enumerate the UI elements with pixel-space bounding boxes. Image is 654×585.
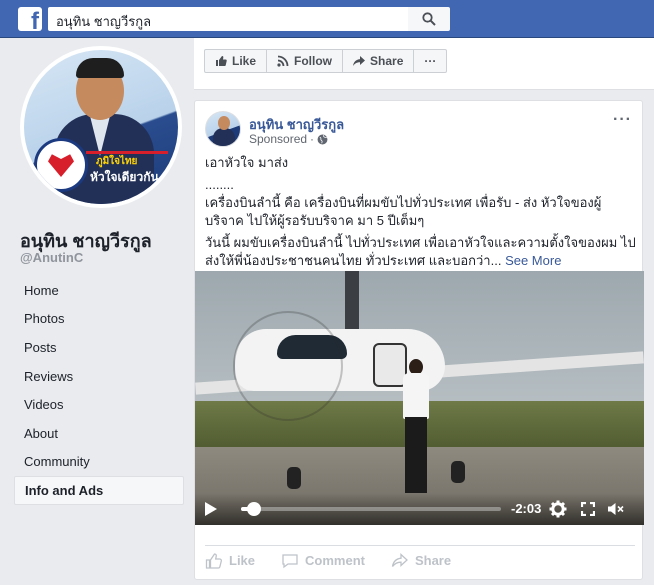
settings-gear-icon[interactable] — [549, 500, 567, 518]
sponsored-post: อนุทิน ชาญวีรกูล Sponsored · ··· เอาหัวใ… — [194, 100, 644, 580]
post-paragraph-2-text: วันนี้ ผมขับเครื่องบินลำนี้ ไปทั่วประเทศ… — [205, 235, 636, 268]
page-action-buttons: Like Follow Share ··· — [204, 49, 448, 73]
sidebar-item-community[interactable]: Community — [14, 448, 184, 477]
video-progress-bar[interactable] — [241, 502, 501, 516]
post-action-bar: Like Comment Share — [205, 545, 635, 575]
post-menu-icon[interactable]: ··· — [613, 111, 632, 129]
plane-door — [373, 343, 407, 387]
post-comment-label: Comment — [305, 553, 365, 568]
post-share-label: Share — [414, 553, 452, 568]
pilot-legs — [405, 417, 427, 493]
video-controls: -2:03 — [195, 493, 644, 525]
avatar-body — [213, 128, 235, 146]
search-icon — [422, 12, 436, 26]
sidebar-item-photos[interactable]: Photos — [14, 305, 184, 334]
post-share-button[interactable]: Share — [391, 552, 451, 570]
search-button[interactable] — [408, 7, 450, 31]
thumbs-up-icon — [216, 56, 227, 66]
profile-slogan-bottom: หัวใจเดียวกัน — [90, 170, 159, 184]
post-comment-button[interactable]: Comment — [281, 552, 365, 570]
video-scrubber-knob[interactable] — [247, 502, 261, 516]
like-page-label: Like — [232, 54, 257, 68]
party-logo-icon — [34, 138, 88, 192]
post-paragraph-1: เครื่องบินลำนี้ คือ เครื่องบินที่ผมขับไป… — [205, 195, 602, 228]
sponsored-label: Sponsored · — [249, 132, 328, 146]
follow-rss-icon — [277, 55, 289, 67]
more-dots-icon: ··· — [424, 54, 437, 68]
dot-separator: · — [310, 132, 315, 146]
post-line-1: เอาหัวใจ มาส่ง — [205, 155, 289, 170]
share-arrow-icon — [353, 56, 366, 66]
profile-picture[interactable]: ภูมิใจไทย หัวใจเดียวกัน — [20, 46, 182, 208]
follow-button[interactable]: Follow — [267, 50, 344, 72]
sidebar-item-info-and-ads[interactable]: Info and Ads — [14, 476, 184, 505]
top-navigation-bar: f อนุทิน ชาญวีรกูล — [0, 0, 654, 38]
page-sidebar-nav: Home Photos Posts Reviews Videos About C… — [14, 276, 184, 505]
page-handle[interactable]: @AnutinC — [20, 250, 83, 265]
profile-slogan-top: ภูมิใจไทย — [96, 156, 138, 167]
post-line-2: ........ — [205, 177, 234, 192]
sidebar-item-reviews[interactable]: Reviews — [14, 362, 184, 391]
post-author-avatar[interactable] — [205, 111, 241, 147]
post-body: เอาหัวใจ มาส่ง ........ เครื่องบินลำนี้ … — [205, 154, 637, 274]
see-more-link[interactable]: See More — [505, 253, 561, 268]
fullscreen-icon[interactable] — [579, 501, 597, 517]
facebook-logo-letter: f — [31, 8, 39, 32]
share-arrow-outline-icon — [391, 552, 408, 567]
like-page-button[interactable]: Like — [205, 50, 268, 72]
heart-icon — [48, 154, 74, 177]
plane-wheel-front — [287, 467, 301, 489]
mute-speaker-icon[interactable] — [607, 501, 625, 517]
follow-label: Follow — [294, 54, 333, 68]
like-thumb-icon — [205, 552, 223, 569]
search-input[interactable]: อนุทิน ชาญวีรกูล — [48, 7, 408, 31]
sidebar-item-home[interactable]: Home — [14, 276, 184, 305]
facebook-logo-icon[interactable]: f — [18, 7, 42, 31]
video-player[interactable]: -2:03 — [195, 271, 644, 525]
globe-icon — [317, 134, 328, 144]
sidebar-item-videos[interactable]: Videos — [14, 390, 184, 419]
post-paragraph-2: วันนี้ ผมขับเครื่องบินลำนี้ ไปทั่วประเทศ… — [205, 234, 637, 270]
post-like-label: Like — [229, 553, 256, 568]
video-time-remaining: -2:03 — [511, 501, 542, 516]
sponsored-text: Sponsored — [249, 132, 308, 146]
photo-hair — [76, 58, 124, 78]
avatar-head — [218, 116, 230, 130]
more-options-button[interactable]: ··· — [414, 50, 446, 72]
sidebar-item-about[interactable]: About — [14, 419, 184, 448]
page-actions-bar: Like Follow Share ··· — [194, 38, 654, 90]
play-icon[interactable] — [205, 502, 217, 516]
profile-photo: ภูมิใจไทย หัวใจเดียวกัน — [24, 50, 178, 204]
sidebar-item-posts[interactable]: Posts — [14, 333, 184, 362]
share-page-button[interactable]: Share — [343, 50, 415, 72]
comment-bubble-icon — [282, 553, 298, 568]
plane-wheel-main — [451, 461, 465, 483]
pilot-shirt — [403, 373, 429, 419]
post-like-button[interactable]: Like — [205, 552, 255, 570]
plane-propeller — [233, 311, 343, 421]
share-page-label: Share — [370, 54, 404, 68]
